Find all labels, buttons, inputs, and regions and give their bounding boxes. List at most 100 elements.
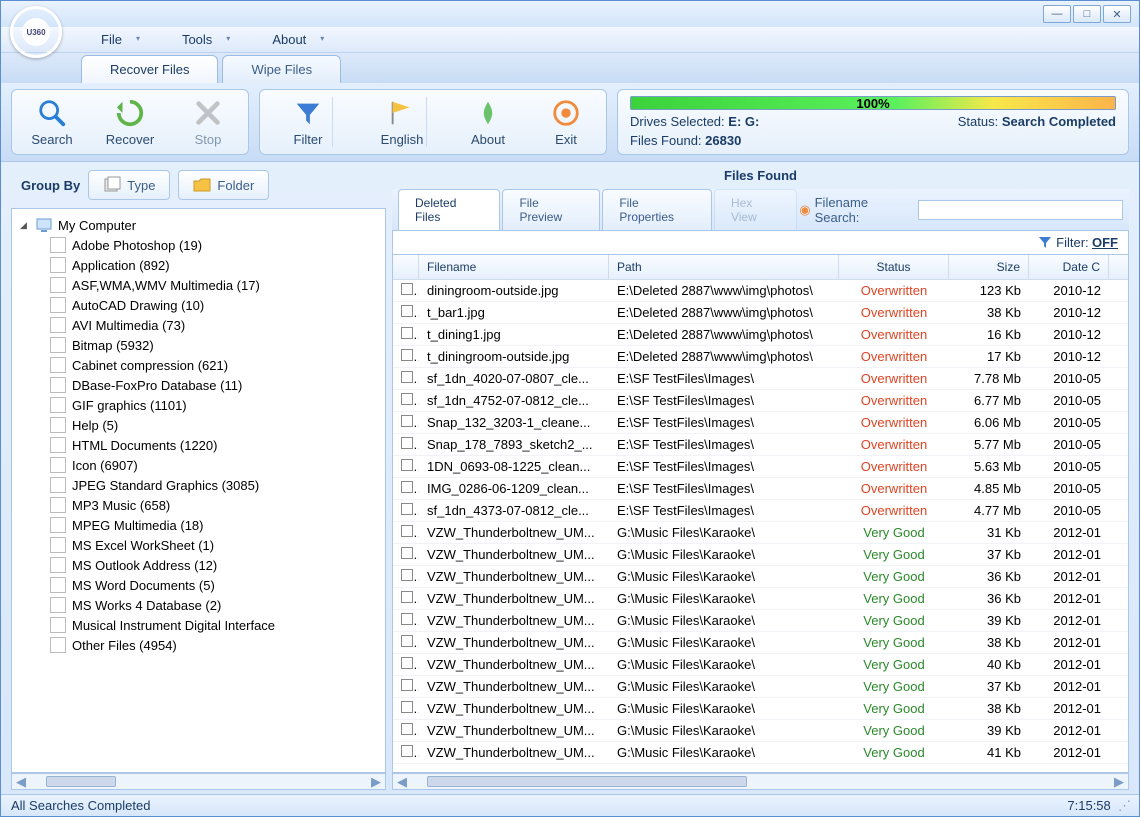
tree-item[interactable]: Musical Instrument Digital Interface [14,615,383,635]
table-row[interactable]: VZW_Thunderboltnew_UM...G:\Music Files\K… [393,720,1128,742]
col-status[interactable]: Status [839,255,949,279]
stop-button[interactable]: Stop [171,93,245,151]
collapse-icon[interactable]: ◢ [20,220,30,231]
table-row[interactable]: sf_1dn_4373-07-0812_cle...E:\SF TestFile… [393,500,1128,522]
row-checkbox[interactable] [401,459,413,471]
close-button[interactable]: ✕ [1103,5,1131,23]
tab-wipe-files[interactable]: Wipe Files [222,55,341,83]
table-row[interactable]: Snap_178_7893_sketch2_...E:\SF TestFiles… [393,434,1128,456]
tree-item[interactable]: MS Works 4 Database (2) [14,595,383,615]
col-date[interactable]: Date C [1029,255,1109,279]
tree-item[interactable]: MS Word Documents (5) [14,575,383,595]
tree-item[interactable]: AutoCAD Drawing (10) [14,295,383,315]
row-checkbox[interactable] [401,415,413,427]
row-checkbox[interactable] [401,569,413,581]
tree-item[interactable]: ASF,WMA,WMV Multimedia (17) [14,275,383,295]
table-row[interactable]: VZW_Thunderboltnew_UM...G:\Music Files\K… [393,588,1128,610]
table-row[interactable]: Snap_132_3203-1_cleane...E:\SF TestFiles… [393,412,1128,434]
row-checkbox[interactable] [401,371,413,383]
table-row[interactable]: sf_1dn_4020-07-0807_cle...E:\SF TestFile… [393,368,1128,390]
filter-button[interactable]: Filter [263,93,353,151]
tree-item[interactable]: Other Files (4954) [14,635,383,655]
tab-recover-files[interactable]: Recover Files [81,55,218,83]
tab-deleted-files[interactable]: Deleted Files [398,189,500,230]
filename-search-input[interactable] [918,200,1123,220]
tree-item[interactable]: Application (892) [14,255,383,275]
about-button[interactable]: About [451,93,525,151]
row-checkbox[interactable] [401,437,413,449]
tree-item[interactable]: HTML Documents (1220) [14,435,383,455]
minimize-button[interactable]: — [1043,5,1071,23]
table-row[interactable]: diningroom-outside.jpgE:\Deleted 2887\ww… [393,280,1128,302]
row-checkbox[interactable] [401,349,413,361]
resize-grip-icon[interactable]: ⋰ [1118,798,1129,813]
tab-file-properties[interactable]: File Properties [602,189,712,230]
tree-item[interactable]: JPEG Standard Graphics (3085) [14,475,383,495]
tree-item[interactable]: GIF graphics (1101) [14,395,383,415]
row-checkbox[interactable] [401,525,413,537]
table-row[interactable]: VZW_Thunderboltnew_UM...G:\Music Files\K… [393,522,1128,544]
table-row[interactable]: VZW_Thunderboltnew_UM...G:\Music Files\K… [393,566,1128,588]
search-button[interactable]: Search [15,93,89,151]
row-checkbox[interactable] [401,481,413,493]
tree-item[interactable]: Icon (6907) [14,455,383,475]
row-checkbox[interactable] [401,745,413,757]
table-row[interactable]: t_dining1.jpgE:\Deleted 2887\www\img\pho… [393,324,1128,346]
row-checkbox[interactable] [401,283,413,295]
tree-hscrollbar[interactable]: ◀▶ [11,773,386,790]
table-row[interactable]: sf_1dn_4752-07-0812_cle...E:\SF TestFile… [393,390,1128,412]
row-checkbox[interactable] [401,635,413,647]
table-row[interactable]: t_bar1.jpgE:\Deleted 2887\www\img\photos… [393,302,1128,324]
table-row[interactable]: IMG_0286-06-1209_clean...E:\SF TestFiles… [393,478,1128,500]
row-checkbox[interactable] [401,547,413,559]
table-row[interactable]: 1DN_0693-08-1225_clean...E:\SF TestFiles… [393,456,1128,478]
language-button[interactable]: English [357,93,447,151]
tree-item[interactable]: MS Outlook Address (12) [14,555,383,575]
row-checkbox[interactable] [401,723,413,735]
row-checkbox[interactable] [401,305,413,317]
tree-item[interactable]: Cabinet compression (621) [14,355,383,375]
table-row[interactable]: VZW_Thunderboltnew_UM...G:\Music Files\K… [393,742,1128,764]
table-row[interactable]: VZW_Thunderboltnew_UM...G:\Music Files\K… [393,632,1128,654]
menu-file[interactable]: File [81,32,162,47]
col-size[interactable]: Size [949,255,1029,279]
row-checkbox[interactable] [401,591,413,603]
menu-about[interactable]: About [252,32,346,47]
group-by-folder-button[interactable]: Folder [178,170,269,200]
tree-root[interactable]: ◢ My Computer [14,215,383,235]
row-checkbox[interactable] [401,657,413,669]
col-checkbox[interactable] [393,255,419,279]
menu-tools[interactable]: Tools [162,32,252,47]
row-checkbox[interactable] [401,701,413,713]
row-checkbox[interactable] [401,613,413,625]
table-row[interactable]: VZW_Thunderboltnew_UM...G:\Music Files\K… [393,654,1128,676]
tab-hex-view[interactable]: Hex View [714,189,797,230]
table-row[interactable]: VZW_Thunderboltnew_UM...G:\Music Files\K… [393,544,1128,566]
tree-item[interactable]: DBase-FoxPro Database (11) [14,375,383,395]
group-by-type-button[interactable]: Type [88,170,170,200]
tab-file-preview[interactable]: File Preview [502,189,600,230]
files-grid[interactable]: Filename Path Status Size Date C diningr… [392,255,1129,773]
category-tree[interactable]: ◢ My Computer Adobe Photoshop (19)Applic… [11,208,386,773]
tree-item[interactable]: MP3 Music (658) [14,495,383,515]
grid-hscrollbar[interactable]: ◀▶ [392,773,1129,790]
row-checkbox[interactable] [401,503,413,515]
tree-item[interactable]: MPEG Multimedia (18) [14,515,383,535]
maximize-button[interactable]: □ [1073,5,1101,23]
table-row[interactable]: VZW_Thunderboltnew_UM...G:\Music Files\K… [393,698,1128,720]
tree-item[interactable]: MS Excel WorkSheet (1) [14,535,383,555]
row-checkbox[interactable] [401,393,413,405]
row-checkbox[interactable] [401,679,413,691]
col-path[interactable]: Path [609,255,839,279]
tree-item[interactable]: Bitmap (5932) [14,335,383,355]
table-row[interactable]: VZW_Thunderboltnew_UM...G:\Music Files\K… [393,610,1128,632]
filter-status[interactable]: Filter: OFF [392,231,1129,255]
col-filename[interactable]: Filename [419,255,609,279]
exit-button[interactable]: Exit [529,93,603,151]
table-row[interactable]: VZW_Thunderboltnew_UM...G:\Music Files\K… [393,676,1128,698]
tree-item[interactable]: Help (5) [14,415,383,435]
tree-item[interactable]: AVI Multimedia (73) [14,315,383,335]
recover-button[interactable]: Recover [93,93,167,151]
table-row[interactable]: t_diningroom-outside.jpgE:\Deleted 2887\… [393,346,1128,368]
row-checkbox[interactable] [401,327,413,339]
